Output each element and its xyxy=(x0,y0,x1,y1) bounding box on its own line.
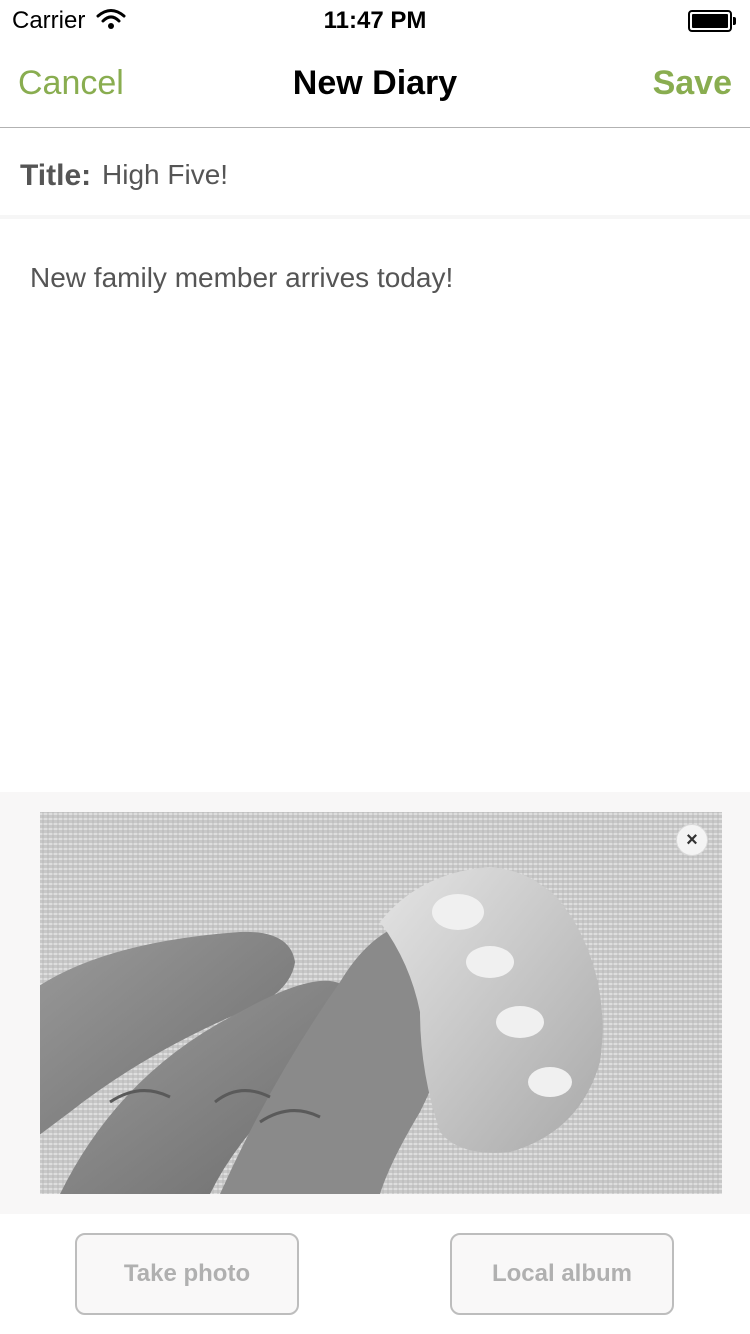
navigation-bar: Cancel New Diary Save xyxy=(0,40,750,128)
take-photo-button[interactable]: Take photo xyxy=(75,1233,299,1315)
status-time: 11:47 PM xyxy=(323,7,427,34)
battery-icon xyxy=(688,10,736,32)
cancel-button[interactable]: Cancel xyxy=(18,64,124,103)
baby-hand-photo xyxy=(40,812,722,1194)
status-bar: Carrier 11:47 PM xyxy=(0,0,750,40)
photo-area xyxy=(0,792,750,1214)
local-album-button[interactable]: Local album xyxy=(450,1233,674,1315)
title-row: Title: xyxy=(0,129,750,219)
attached-photo xyxy=(40,812,722,1194)
title-label: Title: xyxy=(20,159,92,192)
save-button[interactable]: Save xyxy=(653,64,732,103)
diary-body-field[interactable]: New family member arrives today! xyxy=(30,260,720,760)
remove-photo-button[interactable]: × xyxy=(676,824,708,856)
title-input[interactable] xyxy=(102,155,722,195)
